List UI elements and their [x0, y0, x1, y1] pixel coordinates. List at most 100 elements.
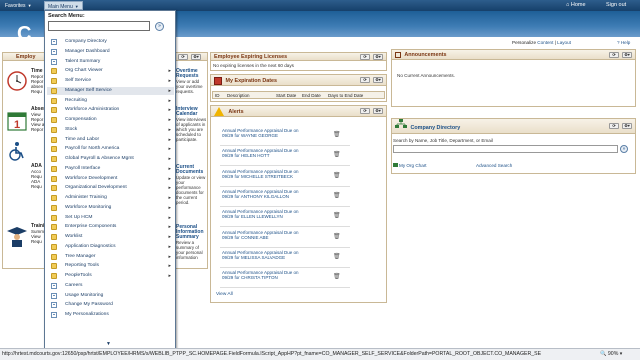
trash-icon[interactable]: 🗑 — [333, 273, 341, 280]
menu-item[interactable]: Manager Self Service ▸ — [47, 86, 174, 95]
favorites-menu[interactable]: Favorites ▼ — [2, 1, 35, 10]
pagelet-options-button[interactable]: ⚙▾ — [373, 77, 383, 83]
pagelet-refresh-button[interactable]: ⟳ — [609, 123, 619, 129]
menu-item[interactable]: Company Directory — [47, 38, 174, 46]
menu-item[interactable]: Careers — [47, 282, 174, 290]
menu-item[interactable]: Workforce Monitoring ▸ — [47, 204, 174, 212]
menu-item[interactable]: Application Diagnostics ▸ — [47, 243, 174, 251]
menu-item-label: Stock — [65, 126, 78, 132]
menu-item[interactable]: My Personalizations — [47, 311, 174, 319]
menu-item[interactable]: Payroll Interface ▸ — [47, 165, 174, 173]
menu-item-label: Company Directory — [65, 39, 107, 44]
announcements-pagelet-header: Announcements ⟳ ⚙▾ — [391, 49, 636, 60]
trash-icon[interactable]: 🗑 — [333, 233, 341, 240]
menu-item[interactable]: PeopleTools ▸ — [47, 272, 174, 280]
announcements-pagelet-body — [391, 60, 636, 107]
folder-icon — [51, 224, 57, 231]
trash-icon[interactable]: 🗑 — [333, 253, 341, 260]
search-icon[interactable]: » — [620, 145, 628, 153]
menu-item-label: Compensation — [65, 117, 97, 122]
pagelet-options-button[interactable]: ⚙▾ — [191, 54, 201, 60]
menu-item-label: Set Up HCM — [65, 214, 93, 220]
pagelet-refresh-button[interactable]: ⟳ — [178, 54, 188, 60]
menu-item[interactable]: Enterprise Components ▸ — [47, 223, 174, 231]
pagelet-options-button[interactable]: ⚙▾ — [622, 123, 632, 129]
home-link[interactable]: ⌂ Home — [566, 1, 586, 10]
menu-item[interactable]: Tree Manager ▸ — [47, 253, 174, 261]
personalize-layout-link[interactable]: Layout — [557, 40, 571, 45]
menu-search-label: Search Menu: — [48, 13, 85, 19]
menu-item[interactable]: Stock ▸ — [47, 126, 174, 134]
search-icon[interactable]: » — [155, 22, 164, 31]
current-documents-section[interactable]: Current Documents Update or view your pe… — [176, 165, 207, 206]
menu-search-input[interactable] — [48, 21, 150, 31]
section-text: View or add your overtime requests. — [176, 79, 203, 94]
menu-item[interactable]: Organizational Development ▸ — [47, 184, 174, 192]
pagelet-refresh-button[interactable]: ⟳ — [360, 54, 370, 60]
pagelet-options-button[interactable]: ⚙▾ — [622, 52, 632, 58]
submenu-arrow-icon: ▸ — [168, 78, 171, 84]
menu-item[interactable]: Time and Labor ▸ — [47, 136, 174, 144]
overtime-requests-section[interactable]: Overtime Requests View or add your overt… — [176, 69, 207, 95]
menu-item-label: Global Payroll & Absence Mgmt — [65, 156, 134, 161]
menu-item[interactable]: Global Payroll & Absence Mgmt ▸ — [47, 155, 174, 163]
submenu-arrow-icon: ▸ — [168, 273, 171, 279]
org-chart-icon — [395, 119, 407, 133]
menu-item[interactable]: Usage Monitoring — [47, 292, 174, 300]
trash-icon[interactable]: 🗑 — [333, 172, 341, 179]
pagelet-refresh-button[interactable]: ⟳ — [360, 77, 370, 83]
document-icon — [51, 312, 57, 318]
pagelet-refresh-button[interactable]: ⟳ — [609, 52, 619, 58]
interview-calendar-section[interactable]: Interview Calendar View interviews of ap… — [176, 107, 207, 143]
org-chart-link-label: My Org Chart — [399, 163, 427, 168]
signout-link[interactable]: Sign out — [606, 1, 626, 10]
divider — [220, 246, 350, 248]
menu-item[interactable]: Workforce Administration ▸ — [47, 106, 174, 114]
column-header: End Date — [302, 93, 321, 98]
scroll-down-icon[interactable]: ▼ — [106, 341, 111, 347]
trash-icon[interactable]: 🗑 — [333, 192, 341, 199]
my-org-chart-link[interactable]: My Org Chart — [393, 163, 427, 168]
menu-item[interactable]: Manager Dashboard — [47, 48, 174, 56]
ada-tile-text[interactable]: ADA Acco Requ ADA Requ — [31, 163, 42, 190]
pagelet-options-button[interactable]: ⚙▾ — [373, 54, 383, 60]
menu-item[interactable]: Set Up HCM ▸ — [47, 214, 174, 222]
pagelet-refresh-button[interactable]: ⟳ — [360, 108, 370, 114]
trash-icon[interactable]: 🗑 — [333, 151, 341, 158]
menu-item[interactable]: Reporting Tools ▸ — [47, 262, 174, 270]
folder-icon — [51, 243, 57, 250]
help-link[interactable]: ? Help — [617, 40, 630, 45]
menu-item[interactable]: Administer Training ▸ — [47, 194, 174, 202]
menu-item[interactable]: Worklist ▸ — [47, 233, 174, 241]
submenu-arrow-icon: ▸ — [168, 234, 171, 240]
menu-item[interactable]: Change My Password — [47, 301, 174, 309]
view-all-link[interactable]: View All — [216, 292, 233, 297]
time-tile-text[interactable]: Time Repor Repor absen Requ — [31, 68, 43, 95]
menu-item[interactable]: Workforce Development ▸ — [47, 175, 174, 183]
menu-item[interactable]: Talent Summary — [47, 58, 174, 66]
pagelet-options-button[interactable]: ⚙▾ — [373, 108, 383, 114]
menu-item[interactable]: Self Service ▸ — [47, 77, 174, 85]
main-menu[interactable]: Main Menu ▼ — [44, 1, 83, 10]
wheelchair-icon — [6, 140, 28, 162]
licenses-message: No expiring licenses in the next 60 days — [213, 63, 294, 68]
alerts-pagelet-header: Alerts ⟳ ⚙▾ — [210, 105, 387, 117]
document-icon — [51, 302, 57, 309]
zoom-level[interactable]: 🔍 90% ▾ — [600, 351, 622, 357]
trash-icon[interactable]: 🗑 — [333, 212, 341, 219]
folder-icon — [51, 78, 57, 84]
menu-item[interactable]: Org Chart Viewer ▸ — [47, 67, 174, 75]
personalize-content-link[interactable]: Content — [537, 40, 553, 45]
menu-item-label: Self Service — [65, 78, 92, 83]
menu-item[interactable]: Recruiting ▸ — [47, 97, 174, 105]
personal-info-summary-section[interactable]: Personal Information Summary Review a su… — [176, 225, 207, 261]
menu-item[interactable]: Payroll for North America ▸ — [47, 145, 174, 153]
training-tile-text[interactable]: Traini Summ View Requ — [31, 223, 44, 245]
menu-item-label: Enterprise Components — [65, 224, 117, 230]
calendar-small-icon — [214, 76, 222, 85]
folder-icon — [51, 214, 57, 221]
menu-item[interactable]: Compensation ▸ — [47, 116, 174, 124]
advanced-search-link[interactable]: Advanced Search — [476, 163, 512, 168]
trash-icon[interactable]: 🗑 — [333, 131, 341, 138]
directory-search-input[interactable] — [393, 145, 618, 153]
